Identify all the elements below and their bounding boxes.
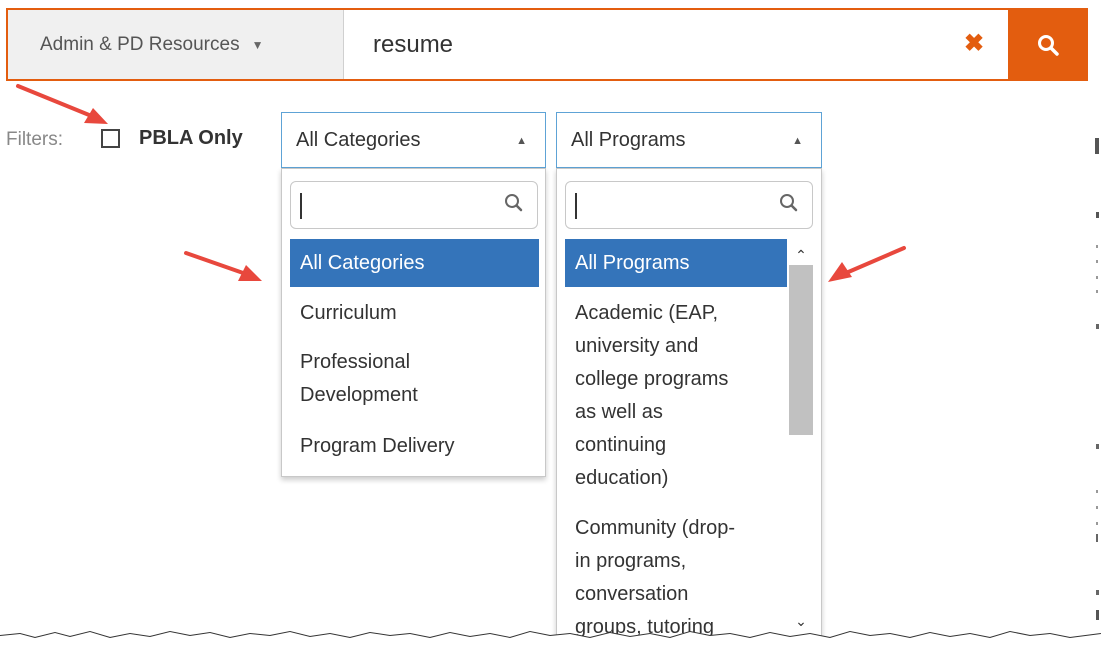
- program-option[interactable]: university and: [565, 330, 787, 363]
- category-option[interactable]: Program Delivery: [290, 430, 539, 463]
- category-select-value: All Categories: [296, 128, 421, 151]
- torn-edge: [0, 630, 1101, 645]
- annotation-arrow-icon: [828, 246, 906, 282]
- program-option[interactable]: college programs: [565, 363, 787, 396]
- scrollbar-thumb[interactable]: [789, 265, 813, 435]
- search-input[interactable]: [373, 28, 953, 62]
- caret-up-icon: ▲: [792, 135, 803, 147]
- text-cursor: [300, 193, 302, 219]
- program-dropdown: All Programs Academic (EAP, university a…: [556, 168, 822, 639]
- search-icon: [505, 194, 523, 212]
- program-select[interactable]: All Programs ▲: [556, 112, 822, 168]
- search-button[interactable]: [1008, 8, 1088, 81]
- program-search-input[interactable]: [565, 181, 813, 229]
- program-select-value: All Programs: [571, 128, 686, 151]
- pbla-label[interactable]: PBLA Only: [139, 127, 243, 150]
- clipped-content: [1095, 138, 1099, 620]
- search-icon: [780, 194, 798, 212]
- chevron-up-icon[interactable]: ⌃: [791, 245, 811, 265]
- text-cursor: [575, 193, 577, 219]
- scope-dropdown[interactable]: Admin & PD Resources ▼: [8, 10, 344, 79]
- caret-down-icon: ▼: [251, 37, 264, 52]
- category-dropdown: All Categories Curriculum Professional D…: [281, 168, 546, 477]
- program-option[interactable]: continuing: [565, 429, 787, 462]
- search-icon: [1038, 34, 1059, 56]
- program-option[interactable]: education): [565, 462, 787, 495]
- category-option[interactable]: All Categories: [290, 239, 539, 287]
- program-option[interactable]: in programs,: [565, 545, 787, 578]
- close-icon[interactable]: ✖: [963, 32, 985, 56]
- scope-label: Admin & PD Resources: [40, 33, 240, 55]
- annotation-arrow-icon: [184, 251, 262, 281]
- category-option[interactable]: Curriculum: [290, 297, 539, 330]
- category-option[interactable]: Professional: [290, 346, 539, 379]
- category-search-input[interactable]: [290, 181, 538, 229]
- program-option[interactable]: Community (drop-: [565, 512, 787, 545]
- annotation-arrow-icon: [16, 84, 108, 124]
- program-option[interactable]: conversation: [565, 578, 787, 611]
- category-select[interactable]: All Categories ▲: [281, 112, 546, 168]
- caret-up-icon: ▲: [516, 135, 527, 147]
- program-option[interactable]: All Programs: [565, 239, 787, 287]
- program-option[interactable]: Academic (EAP,: [565, 297, 787, 330]
- search-bar: Admin & PD Resources ▼ ✖: [6, 8, 1088, 81]
- program-option[interactable]: as well as: [565, 396, 787, 429]
- category-option[interactable]: Development: [290, 379, 539, 412]
